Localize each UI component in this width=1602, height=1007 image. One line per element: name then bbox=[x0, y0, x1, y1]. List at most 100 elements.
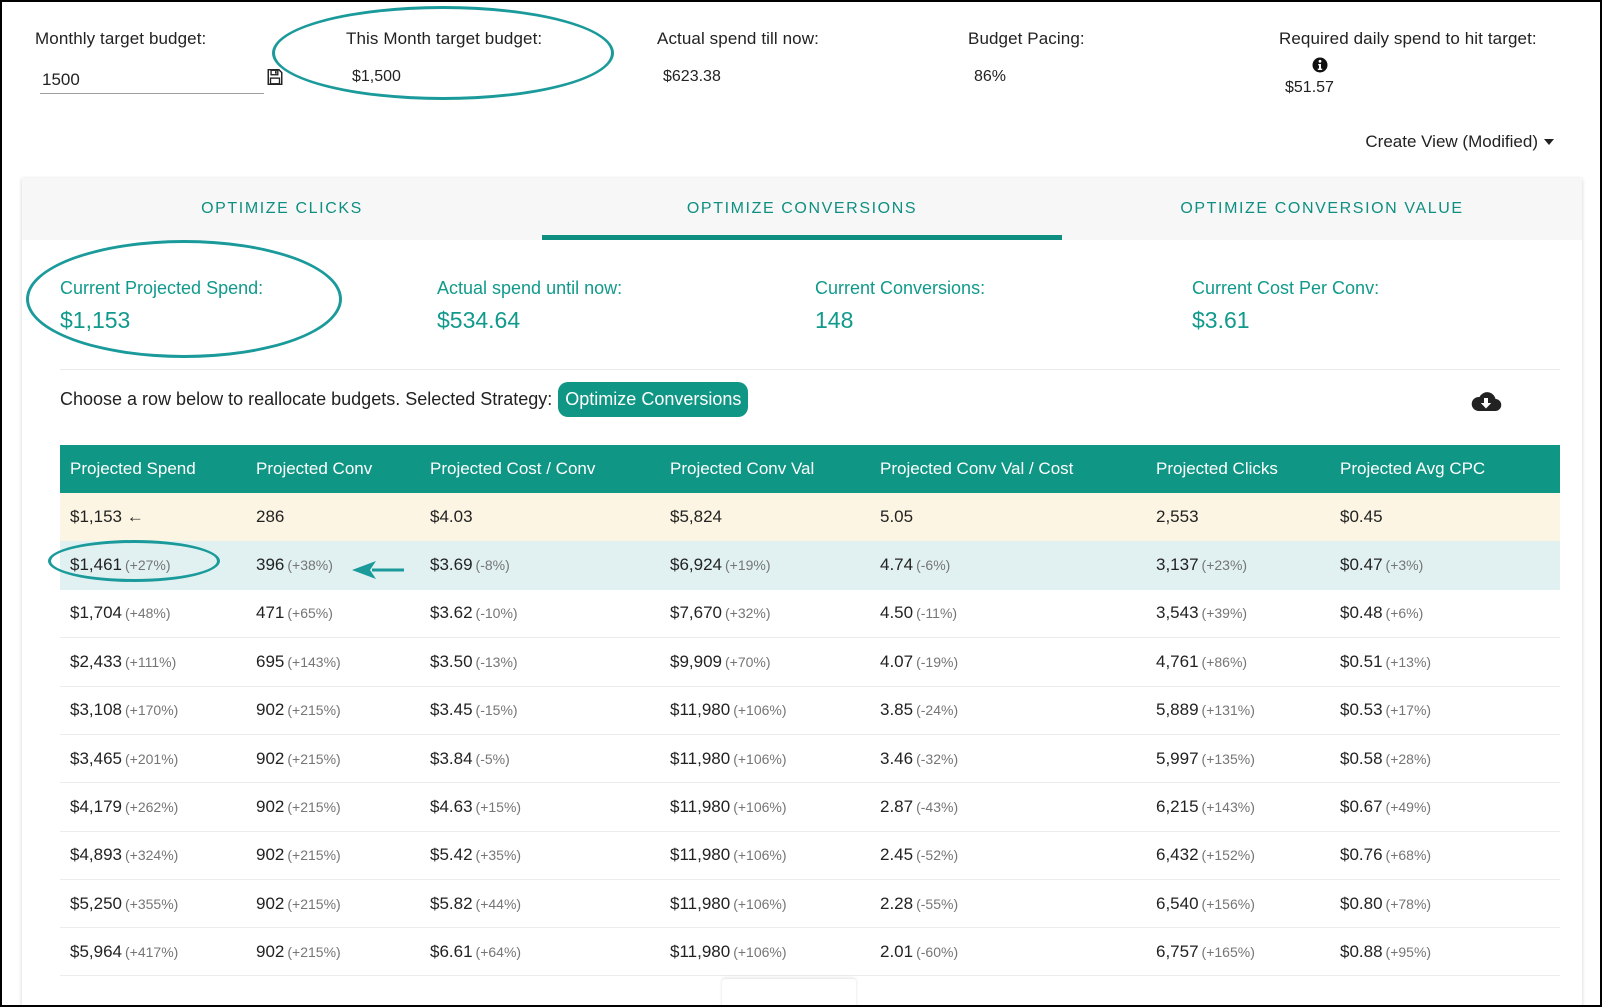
column-header[interactable]: Projected Conv bbox=[246, 445, 420, 493]
column-header[interactable]: Projected Cost / Conv bbox=[420, 445, 660, 493]
table-row[interactable]: $4,893 (+324%) 902 (+215%) $5.42 (+35%) $11,98… bbox=[60, 831, 1560, 880]
cell-delta: (-43%) bbox=[916, 798, 959, 815]
budget-pacing-value: 86% bbox=[974, 68, 1007, 85]
table-cell: 902 (+215%) bbox=[246, 686, 420, 735]
cell-value: $9,909 bbox=[670, 652, 722, 672]
current-metrics: Current Projected Spend: $1,153 Actual s… bbox=[60, 278, 1580, 368]
cell-value: 3,137 bbox=[1156, 555, 1199, 575]
cell-value: 3.46 bbox=[880, 748, 914, 768]
this-month-target-budget: This Month target budget: $1,500 bbox=[346, 29, 542, 86]
save-icon[interactable] bbox=[266, 68, 284, 86]
page-frame: Monthly target budget: This Month target… bbox=[0, 0, 1602, 1007]
cell-value: 4,761 bbox=[1156, 652, 1199, 672]
cell-delta: (+156%) bbox=[1201, 895, 1255, 912]
tab-optimize-conversions[interactable]: OPTIMIZE CONVERSIONS bbox=[542, 178, 1062, 240]
table-header-row: Projected Spend Projected Conv Projected… bbox=[60, 445, 1560, 493]
cell-delta: (+106%) bbox=[733, 750, 787, 767]
table-cell: $1,461 (+27%) bbox=[60, 541, 246, 590]
cell-delta: (-11%) bbox=[916, 605, 958, 622]
table-cell: $5.42 (+35%) bbox=[420, 831, 660, 880]
table-row[interactable]: $4,179 (+262%) 902 (+215%) $4.63 (+15%) $11,98… bbox=[60, 782, 1560, 832]
cell-delta: (+131%) bbox=[1201, 702, 1255, 719]
cell-delta: (+262%) bbox=[125, 798, 179, 815]
cell-value: $4.63 bbox=[430, 796, 473, 816]
cell-delta: (+143%) bbox=[1201, 798, 1255, 815]
info-icon[interactable] bbox=[1312, 57, 1328, 73]
table-cell: $6.61 (+64%) bbox=[420, 927, 660, 977]
cell-value: 902 bbox=[256, 941, 285, 961]
metric-current-conversions: Current Conversions: 148 bbox=[815, 278, 985, 334]
table-cell: $1,704 (+48%) bbox=[60, 589, 246, 639]
metric-value: $3.61 bbox=[1192, 307, 1250, 333]
cell-delta: (+6%) bbox=[1385, 605, 1424, 622]
cell-value: $1,704 bbox=[70, 603, 122, 623]
cell-delta: (+49%) bbox=[1385, 798, 1432, 815]
table-row[interactable]: $3,465 (+201%) 902 (+215%) $3.84 (-5%) $11,980… bbox=[60, 734, 1560, 784]
table-cell: 4.50 (-11%) bbox=[870, 589, 1146, 639]
cell-delta: (+95%) bbox=[1385, 943, 1432, 960]
table-cell: 695 (+143%) bbox=[246, 637, 420, 687]
table-cell: 4,761 (+86%) bbox=[1146, 637, 1330, 687]
column-header[interactable]: Projected Conv Val / Cost bbox=[870, 445, 1146, 493]
create-view-dropdown[interactable]: Create View (Modified) bbox=[1365, 132, 1554, 152]
table-cell: 3,543 (+39%) bbox=[1146, 589, 1330, 639]
cell-delta: (+13%) bbox=[1385, 654, 1432, 671]
cell-value: $0.47 bbox=[1340, 555, 1383, 575]
cell-value: 902 bbox=[256, 845, 285, 865]
metric-value: $1,153 bbox=[60, 307, 131, 333]
budget-pacing-label: Budget Pacing: bbox=[968, 29, 1085, 48]
table-row-selected[interactable]: $1,461 (+27%) 396 (+38%) $3.69 (-8%) $6,924 (+1… bbox=[60, 541, 1560, 590]
monthly-target-budget: Monthly target budget: bbox=[35, 29, 206, 49]
table-cell: $1,153 ← bbox=[60, 493, 246, 542]
table-cell: $3.69 (-8%) bbox=[420, 541, 660, 590]
cell-value: $1,461 bbox=[70, 555, 122, 575]
tab-label: OPTIMIZE CONVERSIONS bbox=[686, 200, 918, 217]
table-cell: 6,757 (+165%) bbox=[1146, 927, 1330, 977]
cell-value: $11,980 bbox=[670, 941, 731, 961]
cell-value: 5,997 bbox=[1156, 748, 1199, 768]
table-cell: $11,980 (+106%) bbox=[660, 734, 870, 784]
table-cell: $0.47 (+3%) bbox=[1330, 541, 1560, 590]
table-cell: 396 (+38%) bbox=[246, 541, 420, 590]
cell-delta: (+170%) bbox=[125, 702, 179, 719]
monthly-target-field[interactable] bbox=[40, 66, 264, 94]
cell-value: $3.45 bbox=[430, 700, 473, 720]
table-cell: $0.80 (+78%) bbox=[1330, 879, 1560, 929]
table-cell: $0.45 bbox=[1330, 493, 1560, 542]
tab-optimize-conversion-value[interactable]: OPTIMIZE CONVERSION VALUE bbox=[1062, 178, 1582, 240]
table-cell: $6,924 (+19%) bbox=[660, 541, 870, 590]
column-header[interactable]: Projected Avg CPC bbox=[1330, 445, 1560, 493]
cloud-download-icon[interactable] bbox=[1470, 390, 1502, 414]
table-cell: 4.07 (-19%) bbox=[870, 637, 1146, 687]
monthly-target-input[interactable] bbox=[40, 66, 264, 93]
cell-value: $0.58 bbox=[1340, 748, 1383, 768]
cell-delta: (+35%) bbox=[475, 847, 522, 864]
cell-delta: (+70%) bbox=[725, 654, 771, 671]
tab-optimize-clicks[interactable]: OPTIMIZE CLICKS bbox=[22, 178, 542, 240]
tab-label: OPTIMIZE CLICKS bbox=[201, 200, 363, 217]
table-row-current[interactable]: $1,153 ← 286 $4.03 $5,824 5.05 2,553 $0.45 bbox=[60, 493, 1560, 542]
actual-spend-till-now: Actual spend till now: $623.38 bbox=[657, 29, 819, 86]
table-row[interactable]: $1,704 (+48%) 471 (+65%) $3.62 (-10%) $7,670 (+… bbox=[60, 589, 1560, 639]
table-row[interactable]: $5,250 (+355%) 902 (+215%) $5.82 (+44%) $11,98… bbox=[60, 879, 1560, 929]
bottom-panel-tab[interactable] bbox=[722, 979, 856, 1005]
table-cell: 5,889 (+131%) bbox=[1146, 686, 1330, 735]
column-header[interactable]: Projected Spend bbox=[60, 445, 246, 493]
table-cell: 6,215 (+143%) bbox=[1146, 782, 1330, 832]
table-row[interactable]: $5,964 (+417%) 902 (+215%) $6.61 (+64%) $11,98… bbox=[60, 927, 1560, 977]
cell-value: $0.51 bbox=[1340, 652, 1383, 672]
table-row[interactable]: $2,433 (+111%) 695 (+143%) $3.50 (-13%) $9,909… bbox=[60, 637, 1560, 687]
column-header[interactable]: Projected Clicks bbox=[1146, 445, 1330, 493]
table-cell: $3,465 (+201%) bbox=[60, 734, 246, 784]
column-header[interactable]: Projected Conv Val bbox=[660, 445, 870, 493]
cell-delta: (+65%) bbox=[287, 605, 333, 622]
cell-value: $5,824 bbox=[670, 507, 722, 527]
cell-delta: (+165%) bbox=[1201, 943, 1255, 960]
cell-value: 2.28 bbox=[880, 893, 914, 913]
cell-value: $3.50 bbox=[430, 652, 473, 672]
table-row[interactable]: $3,108 (+170%) 902 (+215%) $3.45 (-15%) $11,98… bbox=[60, 686, 1560, 735]
cell-delta: (-15%) bbox=[475, 702, 518, 719]
table-cell: 3.46 (-32%) bbox=[870, 734, 1146, 784]
actual-spend-label: Actual spend till now: bbox=[657, 29, 819, 48]
cell-delta: (+152%) bbox=[1201, 847, 1255, 864]
